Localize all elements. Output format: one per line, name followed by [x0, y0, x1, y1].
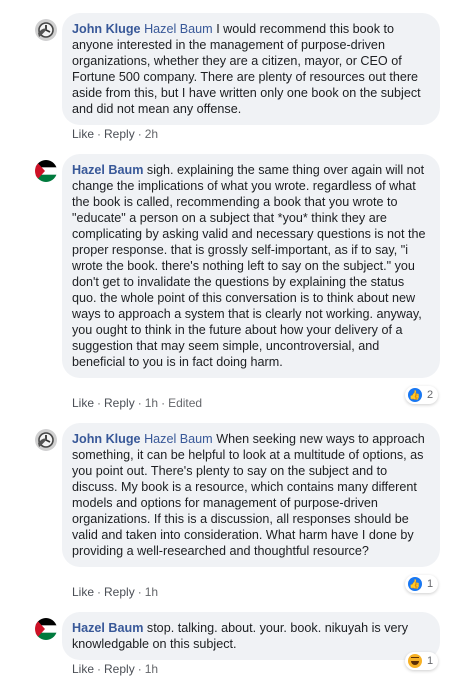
avatar[interactable] — [35, 160, 57, 182]
avatar[interactable] — [35, 19, 57, 41]
edited-label[interactable]: Edited — [168, 396, 202, 410]
reaction-count: 1 — [427, 655, 434, 667]
comment-actions: Like · Reply · 2h — [72, 127, 159, 141]
palestine-flag-icon — [35, 160, 57, 182]
avatar[interactable] — [35, 429, 57, 451]
timestamp[interactable]: 1h — [145, 662, 158, 676]
comment-bubble: John Kluge Hazel Baum I would recommend … — [62, 13, 440, 125]
reply-link[interactable]: Reply — [104, 662, 135, 676]
timestamp[interactable]: 1h — [145, 585, 158, 599]
comment-bubble: Hazel Baum sigh. explaining the same thi… — [62, 154, 440, 378]
comment-author[interactable]: Hazel Baum — [72, 163, 143, 177]
reply-link[interactable]: Reply — [104, 127, 135, 141]
reaction-count: 2 — [427, 389, 434, 401]
thumbs-up-icon: 👍 — [408, 388, 422, 402]
comment-author[interactable]: John Kluge — [72, 432, 141, 446]
thumbs-up-icon: 👍 — [408, 577, 422, 591]
reaction-count: 1 — [427, 578, 434, 590]
comment-text: Hazel Baum stop. talking. about. your. b… — [72, 620, 428, 652]
comment-actions: Like · Reply · 1h · Edited — [72, 396, 203, 410]
haha-emoji-icon — [408, 654, 422, 668]
mention-link[interactable]: Hazel Baum — [144, 432, 213, 446]
comment-body: When seeking new ways to approach someth… — [72, 432, 425, 558]
comment-text: John Kluge Hazel Baum When seeking new w… — [72, 431, 428, 559]
comment-text: Hazel Baum sigh. explaining the same thi… — [72, 162, 428, 370]
like-link[interactable]: Like — [72, 585, 94, 599]
reaction-badge[interactable]: 👍 1 — [405, 575, 439, 593]
reaction-badge[interactable]: 1 — [405, 652, 439, 670]
reply-link[interactable]: Reply — [104, 585, 135, 599]
like-link[interactable]: Like — [72, 662, 94, 676]
comment-body: sigh. explaining the same thing over aga… — [72, 163, 426, 369]
reaction-badge[interactable]: 👍 2 — [405, 386, 439, 404]
like-link[interactable]: Like — [72, 396, 94, 410]
clock-logo-icon — [35, 429, 57, 451]
timestamp[interactable]: 2h — [145, 127, 158, 141]
comment-author[interactable]: John Kluge — [72, 22, 141, 36]
palestine-flag-icon — [35, 618, 57, 640]
comment-bubble: John Kluge Hazel Baum When seeking new w… — [62, 423, 440, 567]
comment-actions: Like · Reply · 1h — [72, 585, 159, 599]
comment-text: John Kluge Hazel Baum I would recommend … — [72, 21, 428, 117]
timestamp[interactable]: 1h — [145, 396, 158, 410]
comment-body: I would recommend this book to anyone in… — [72, 22, 421, 116]
mention-link[interactable]: Hazel Baum — [144, 22, 213, 36]
comment-bubble: Hazel Baum stop. talking. about. your. b… — [62, 612, 440, 660]
comment-author[interactable]: Hazel Baum — [72, 621, 143, 635]
avatar[interactable] — [35, 618, 57, 640]
clock-logo-icon — [35, 19, 57, 41]
like-link[interactable]: Like — [72, 127, 94, 141]
reply-link[interactable]: Reply — [104, 396, 135, 410]
comment-actions: Like · Reply · 1h — [72, 662, 159, 676]
